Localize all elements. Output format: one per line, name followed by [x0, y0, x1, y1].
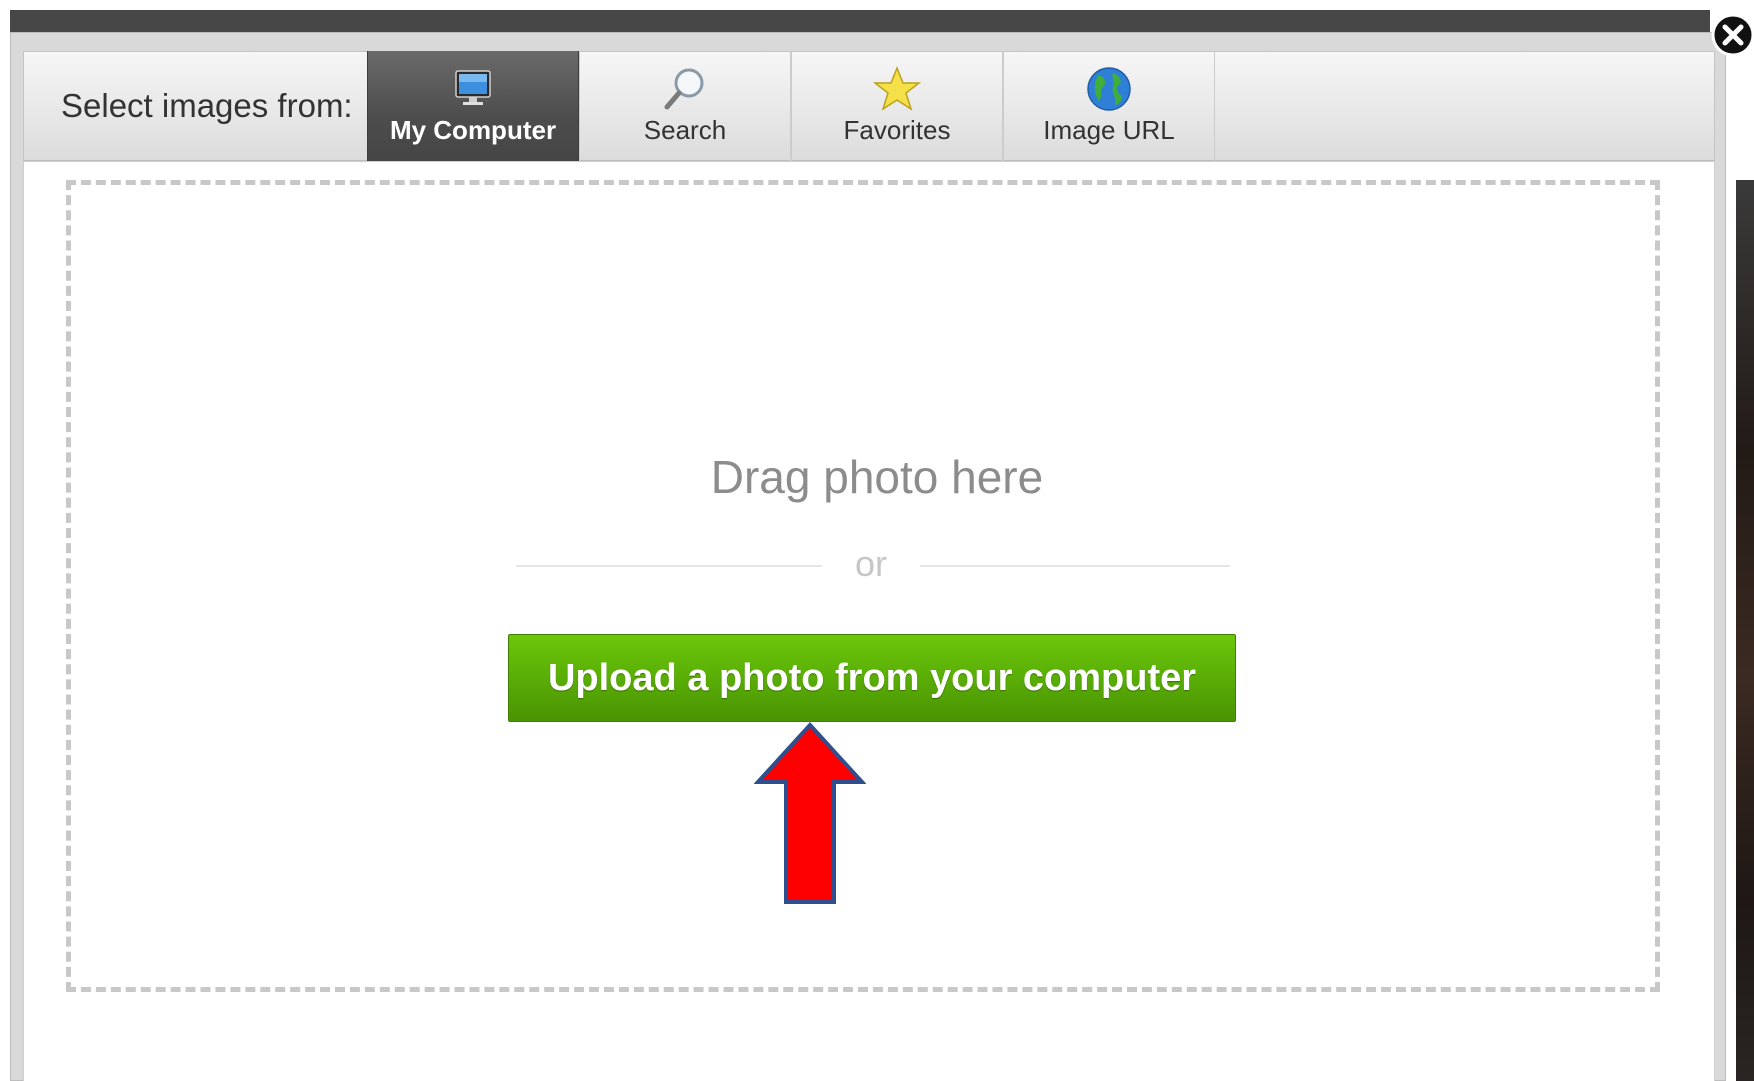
tab-my-computer-label: My Computer [389, 115, 557, 145]
tab-my-computer[interactable]: My Computer [367, 51, 579, 161]
tab-image-url-label: Image URL [1043, 115, 1175, 145]
select-images-label: Select images from: [61, 87, 353, 124]
magnifier-icon [664, 68, 704, 110]
upload-photo-button[interactable]: Upload a photo from your computer [508, 634, 1236, 722]
source-tab-bar: Select images from: My Computer Search F… [23, 51, 1715, 161]
divider-left [516, 565, 822, 567]
tab-search-label: Search [643, 115, 727, 145]
tab-image-url[interactable]: Image URL [1003, 51, 1215, 161]
red-arrow-up-icon [754, 722, 866, 904]
tab-search[interactable]: Search [579, 51, 791, 161]
backdrop-top [10, 10, 1710, 32]
or-separator: or [854, 543, 887, 584]
monitor-icon [455, 70, 491, 105]
tab-favorites[interactable]: Favorites [791, 51, 1003, 161]
divider-right [920, 565, 1230, 567]
globe-icon [1087, 67, 1131, 111]
drag-photo-text: Drag photo here [710, 451, 1044, 503]
backdrop-right [1736, 180, 1754, 1081]
star-icon [873, 65, 921, 111]
tab-favorites-label: Favorites [843, 115, 951, 145]
close-icon[interactable] [1710, 12, 1754, 58]
screen: Select images from: My Computer Search F… [0, 0, 1754, 1081]
